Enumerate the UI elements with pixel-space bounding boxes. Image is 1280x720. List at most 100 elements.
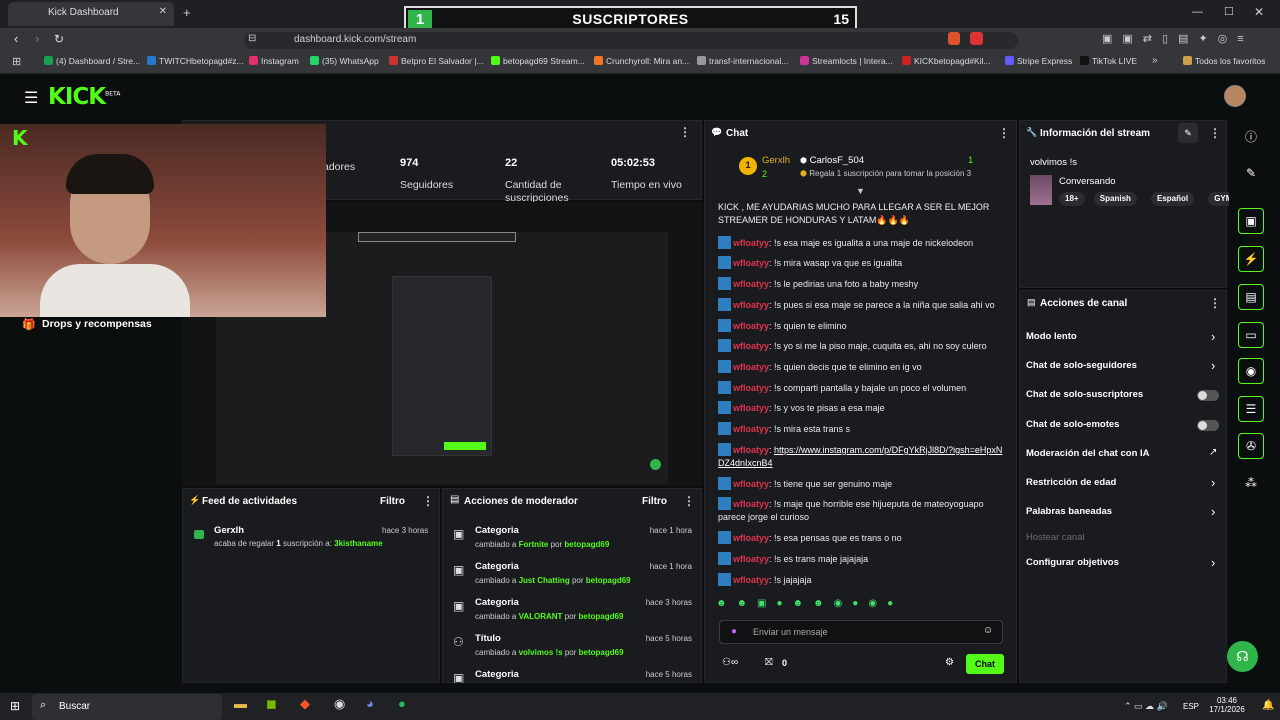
support-headset-icon[interactable]: ☊ [1227,641,1258,672]
pinned-gifter[interactable]: ⬢ CarlosF_504 [800,155,864,166]
stats-more-icon[interactable]: ⋮ [679,125,691,139]
more-bookmarks-icon[interactable]: » [1152,55,1158,66]
bookmark-page-icon[interactable]: ⊟ [248,33,256,44]
minimize-icon[interactable]: — [1192,6,1203,18]
bookmark-item[interactable]: Betpro El Salvador |... [389,56,484,66]
shapes-icon[interactable]: ⁂ [1238,470,1264,496]
emote-bar[interactable]: ☻☻▣●☻☻◉●◉● [716,598,1006,612]
bookmark-item[interactable]: KICKbetopagd#Kil... [902,56,991,66]
mod-filter-button[interactable]: Filtro [642,496,667,507]
maximize-icon[interactable]: ☐ [1224,5,1234,18]
channel-action-2[interactable]: Chat de solo-suscriptores [1026,389,1143,400]
chat-more-icon[interactable]: ⋮ [998,126,1010,140]
notifications-icon[interactable]: 🔔 [1262,700,1274,711]
language-indicator[interactable]: ESP [1183,702,1199,711]
bookmark-item[interactable]: (35) WhatsApp [310,56,379,66]
reload-icon[interactable]: ↻ [54,32,64,46]
chat-username[interactable]: wfloatyy [733,300,769,310]
emoji-icon[interactable]: ☺ [983,625,993,636]
chat-users-icon[interactable]: ⚇∞ [722,657,738,668]
brave-shield-icon[interactable] [948,32,960,45]
chat-username[interactable]: wfloatyy [733,383,769,393]
apps-grid-icon[interactable]: ⊞ [12,55,21,68]
activity-filter-button[interactable]: Filtro [380,496,405,507]
chat-username[interactable]: wfloatyy [733,424,769,434]
wrench-icon[interactable]: ✇ [1238,433,1264,459]
chat-input[interactable]: ● Enviar un mensaje ☺ [719,620,1003,644]
activity-target[interactable]: 3kisthaname [334,539,382,548]
forward-icon[interactable]: › [35,31,39,46]
sidebar-item-drops[interactable]: Drops y recompensas [42,318,152,330]
kick-logo[interactable]: KICKBETA [48,84,120,110]
channel-action-1[interactable]: Chat de solo-seguidores [1026,360,1137,371]
pin-collapse-icon[interactable]: ▼ [856,186,865,196]
edit-pencil-icon[interactable]: ✎ [1178,123,1198,143]
channel-action-3[interactable]: Chat de solo-emotes [1026,419,1119,430]
chat-send-button[interactable]: Chat [966,654,1004,674]
chat-gift-icon[interactable]: ⛝ [765,657,773,668]
hamburger-menu-icon[interactable]: ☰ [24,88,38,108]
system-tray-icons[interactable]: ⌃ ▭ ☁ 🔊 [1124,701,1168,712]
activity-more-icon[interactable]: ⋮ [422,494,434,508]
chat-icon[interactable]: ▭ [1238,322,1264,348]
spotify-icon[interactable]: ● [398,696,406,711]
clock[interactable]: 03:46 17/1/2026 [1207,696,1247,714]
toolbar-extension-icons[interactable]: ▣▣⇄▯▤✦◎≡ [1102,32,1254,45]
bookmark-item[interactable]: (4) Dashboard / Stre... [44,56,140,66]
taskbar-search[interactable]: ⌕ Buscar [32,694,222,720]
chevron-right-icon[interactable]: › [1211,358,1215,373]
windows-start-icon[interactable]: ⊞ [10,699,20,713]
chat-username[interactable]: wfloatyy [733,575,769,585]
info-icon[interactable]: ⓘ [1238,123,1264,149]
mod-more-icon[interactable]: ⋮ [683,494,695,508]
chat-username[interactable]: wfloatyy [733,279,769,289]
chat-username[interactable]: wfloatyy [733,258,769,268]
avatar[interactable] [1224,85,1246,107]
channel-action-0[interactable]: Modo lento [1026,331,1077,342]
url-field[interactable]: dashboard.kick.com/stream [244,32,1018,49]
mod-action-user[interactable]: betopagd69 [586,576,631,585]
bookmark-item[interactable]: Streamlocts | Intera... [800,56,893,66]
chevron-right-icon[interactable]: › [1211,475,1215,490]
chevron-right-icon[interactable]: › [1211,555,1215,570]
screen-icon[interactable]: ▣ [1238,208,1264,234]
chat-username[interactable]: wfloatyy [733,403,769,413]
activity-user[interactable]: Gerxlh [214,525,244,536]
tag-pill[interactable]: Spanish [1093,192,1137,206]
chat-username[interactable]: wfloatyy [733,238,769,248]
chat-username[interactable]: wfloatyy [733,533,769,543]
close-tab-icon[interactable]: ✕ [159,6,167,17]
new-tab-icon[interactable]: + [183,5,191,20]
broadcast-icon[interactable]: ◉ [1238,358,1264,384]
layout-icon[interactable]: ☰ [1238,396,1264,422]
channel-actions-more-icon[interactable]: ⋮ [1209,296,1221,310]
chat-settings-icon[interactable]: ⚙ [945,657,954,668]
bookmark-item[interactable]: Todos los favoritos [1183,56,1265,66]
tag-pill[interactable]: Español [1151,192,1195,206]
tag-pill[interactable]: 18+ [1059,192,1085,206]
brave-rewards-icon[interactable] [970,32,983,45]
mod-action-user[interactable]: betopagd69 [579,648,624,657]
bookmark-item[interactable]: Stripe Express [1005,56,1072,66]
edit-icon[interactable]: ✎ [1238,160,1264,186]
chevron-right-icon[interactable]: › [1211,504,1215,519]
browser-tab[interactable]: Kick Dashboard ✕ [8,2,174,26]
toggle-switch[interactable] [1197,420,1219,431]
chevron-right-icon[interactable]: › [1211,329,1215,344]
bookmark-item[interactable]: TikTok LIVE [1080,56,1137,66]
nvidia-icon[interactable]: ◼ [266,696,277,712]
bookmark-item[interactable]: betopagd69 Stream... [491,56,585,66]
bookmark-item[interactable]: Instagram [249,56,299,66]
chat-username[interactable]: wfloatyy [733,341,769,351]
lightning-icon[interactable]: ⚡ [1238,246,1264,272]
chat-username[interactable]: wfloatyy [733,499,769,509]
chat-username[interactable]: wfloatyy [733,321,769,331]
mod-action-user[interactable]: betopagd69 [564,540,609,549]
channel-action-8[interactable]: Configurar objetivos [1026,557,1119,568]
stream-info-more-icon[interactable]: ⋮ [1209,126,1221,140]
chat-username[interactable]: wfloatyy [733,554,769,564]
microphone-icon[interactable]: ● [731,626,737,637]
pinned-user[interactable]: Gerxlh [762,155,790,166]
channel-action-6[interactable]: Palabras baneadas [1026,506,1112,517]
bookmark-item[interactable]: Crunchyroll: Mira an... [594,56,689,66]
